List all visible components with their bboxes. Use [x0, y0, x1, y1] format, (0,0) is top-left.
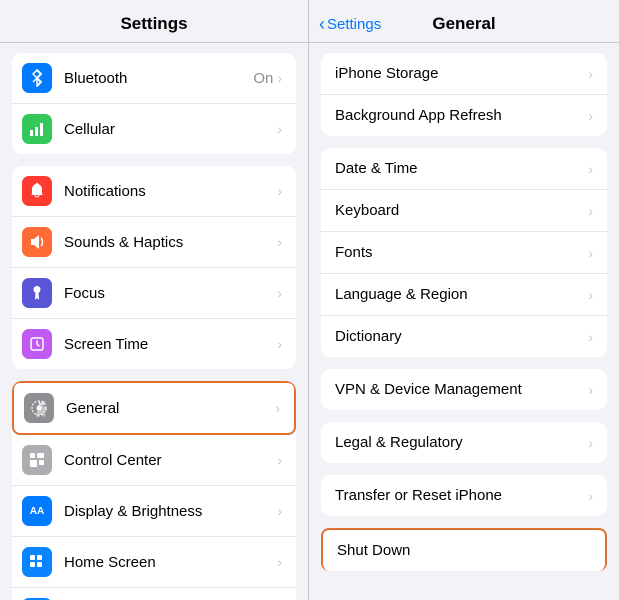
sidebar-item-notifications[interactable]: Notifications ›	[12, 166, 296, 217]
background-app-label: Background App Refresh	[335, 107, 588, 124]
legal-chevron: ›	[588, 435, 593, 451]
language-label: Language & Region	[335, 286, 588, 303]
screentime-label: Screen Time	[64, 336, 277, 353]
general-settings-list: iPhone Storage › Background App Refresh …	[309, 43, 619, 600]
settings-group-3: General › Control Center › AA	[12, 381, 296, 600]
right-group-2: Date & Time › Keyboard › Fonts › Languag…	[321, 148, 607, 357]
left-panel: Settings Bluetooth On ›	[0, 0, 309, 600]
display-icon: AA	[22, 496, 52, 526]
right-header: ‹ Settings General	[309, 0, 619, 43]
right-group-4: Legal & Regulatory ›	[321, 422, 607, 463]
screentime-icon	[22, 329, 52, 359]
sidebar-item-display[interactable]: AA Display & Brightness ›	[12, 486, 296, 537]
focus-label: Focus	[64, 285, 277, 302]
shutdown-label: Shut Down	[337, 542, 591, 559]
bluetooth-label: Bluetooth	[64, 70, 253, 87]
transfer-chevron: ›	[588, 488, 593, 504]
bluetooth-chevron: ›	[277, 70, 282, 86]
right-item-vpn[interactable]: VPN & Device Management ›	[321, 369, 607, 410]
keyboard-chevron: ›	[588, 203, 593, 219]
right-item-date-time[interactable]: Date & Time ›	[321, 148, 607, 190]
right-group-5: Transfer or Reset iPhone ›	[321, 475, 607, 516]
controlcenter-icon	[22, 445, 52, 475]
left-header: Settings	[0, 0, 308, 43]
bluetooth-value: On	[253, 70, 273, 87]
settings-group-1: Bluetooth On › Cellular ›	[12, 53, 296, 154]
back-button[interactable]: ‹ Settings	[319, 14, 381, 35]
general-chevron: ›	[275, 400, 280, 416]
notifications-icon	[22, 176, 52, 206]
dictionary-label: Dictionary	[335, 328, 588, 345]
cellular-label: Cellular	[64, 121, 277, 138]
iphone-storage-label: iPhone Storage	[335, 65, 588, 82]
sounds-chevron: ›	[277, 234, 282, 250]
focus-icon	[22, 278, 52, 308]
notifications-chevron: ›	[277, 183, 282, 199]
right-group-3: VPN & Device Management ›	[321, 369, 607, 410]
shutdown-button[interactable]: Shut Down	[321, 528, 607, 571]
controlcenter-label: Control Center	[64, 452, 277, 469]
notifications-label: Notifications	[64, 183, 277, 200]
sounds-label: Sounds & Haptics	[64, 234, 277, 251]
sidebar-item-screentime[interactable]: Screen Time ›	[12, 319, 296, 369]
sounds-icon	[22, 227, 52, 257]
date-time-chevron: ›	[588, 161, 593, 177]
display-label: Display & Brightness	[64, 503, 277, 520]
sidebar-item-controlcenter[interactable]: Control Center ›	[12, 435, 296, 486]
vpn-chevron: ›	[588, 382, 593, 398]
settings-list: Bluetooth On › Cellular ›	[0, 43, 308, 600]
sidebar-item-general[interactable]: General ›	[12, 381, 296, 435]
sidebar-item-homescreen[interactable]: Home Screen ›	[12, 537, 296, 588]
fonts-chevron: ›	[588, 245, 593, 261]
right-item-background-app[interactable]: Background App Refresh ›	[321, 95, 607, 136]
back-label: Settings	[327, 16, 381, 33]
right-item-keyboard[interactable]: Keyboard ›	[321, 190, 607, 232]
general-icon	[24, 393, 54, 423]
general-label: General	[66, 400, 275, 417]
sidebar-item-focus[interactable]: Focus ›	[12, 268, 296, 319]
back-chevron-icon: ‹	[319, 14, 325, 35]
keyboard-label: Keyboard	[335, 202, 588, 219]
screentime-chevron: ›	[277, 336, 282, 352]
right-item-transfer[interactable]: Transfer or Reset iPhone ›	[321, 475, 607, 516]
homescreen-icon	[22, 547, 52, 577]
date-time-label: Date & Time	[335, 160, 588, 177]
sidebar-item-accessibility[interactable]: Accessibility ›	[12, 588, 296, 600]
background-app-chevron: ›	[588, 108, 593, 124]
focus-chevron: ›	[277, 285, 282, 301]
iphone-storage-chevron: ›	[588, 66, 593, 82]
right-item-iphone-storage[interactable]: iPhone Storage ›	[321, 53, 607, 95]
transfer-label: Transfer or Reset iPhone	[335, 487, 588, 504]
sidebar-item-cellular[interactable]: Cellular ›	[12, 104, 296, 154]
cellular-icon	[22, 114, 52, 144]
controlcenter-chevron: ›	[277, 452, 282, 468]
homescreen-label: Home Screen	[64, 554, 277, 571]
right-item-dictionary[interactable]: Dictionary ›	[321, 316, 607, 357]
right-panel: ‹ Settings General iPhone Storage › Back…	[309, 0, 619, 600]
settings-group-2: Notifications › Sounds & Haptics ›	[12, 166, 296, 369]
right-item-legal[interactable]: Legal & Regulatory ›	[321, 422, 607, 463]
legal-label: Legal & Regulatory	[335, 434, 588, 451]
right-item-language[interactable]: Language & Region ›	[321, 274, 607, 316]
sidebar-item-sounds[interactable]: Sounds & Haptics ›	[12, 217, 296, 268]
language-chevron: ›	[588, 287, 593, 303]
fonts-label: Fonts	[335, 244, 588, 261]
right-group-1: iPhone Storage › Background App Refresh …	[321, 53, 607, 136]
left-title: Settings	[120, 14, 187, 33]
right-title: General	[432, 14, 495, 34]
vpn-label: VPN & Device Management	[335, 381, 588, 398]
cellular-chevron: ›	[277, 121, 282, 137]
bluetooth-icon	[22, 63, 52, 93]
homescreen-chevron: ›	[277, 554, 282, 570]
dictionary-chevron: ›	[588, 329, 593, 345]
sidebar-item-bluetooth[interactable]: Bluetooth On ›	[12, 53, 296, 104]
right-item-fonts[interactable]: Fonts ›	[321, 232, 607, 274]
display-chevron: ›	[277, 503, 282, 519]
